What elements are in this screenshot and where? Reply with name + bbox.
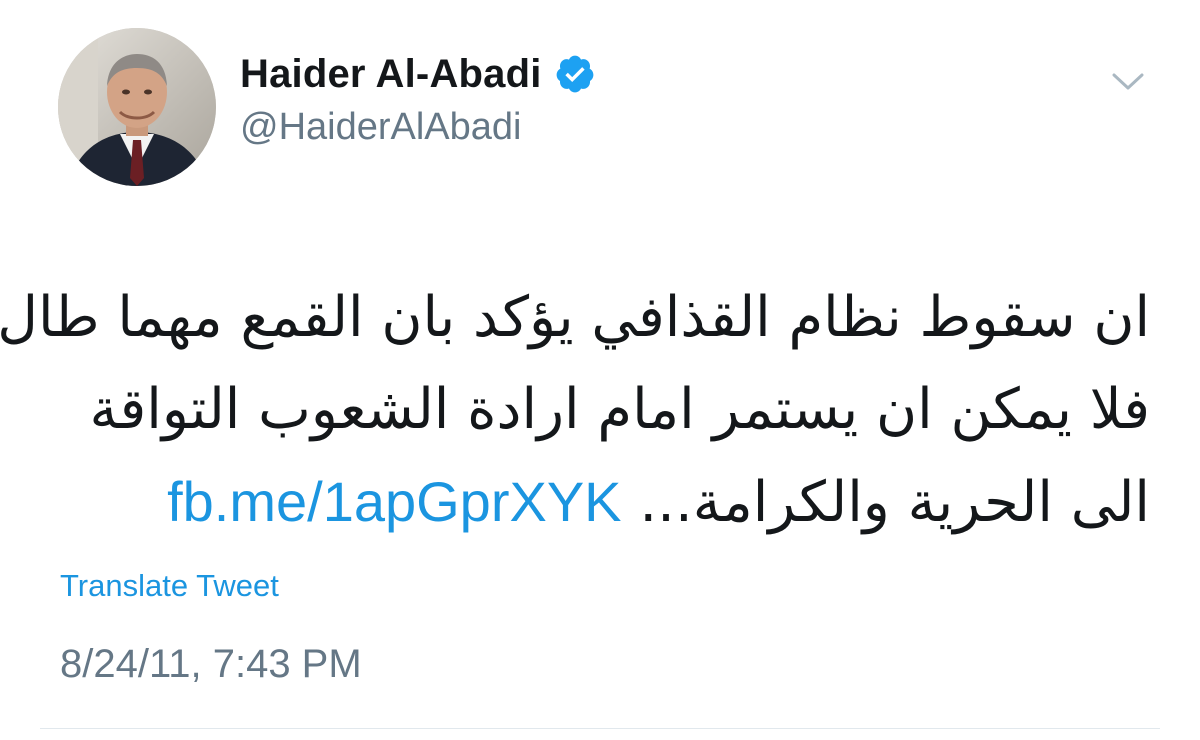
tweet-text-line-with-link: الى الحرية والكرامة... fb.me/1apGprXYK	[60, 456, 1150, 549]
avatar[interactable]	[58, 28, 216, 186]
tweet-link[interactable]: fb.me/1apGprXYK	[167, 470, 621, 533]
author-handle[interactable]: @HaiderAlAbadi	[240, 106, 522, 149]
divider	[40, 728, 1160, 729]
profile-photo-icon	[58, 28, 216, 186]
tweet-text: ان سقوط نظام القذافي يؤكد بان القمع مهما…	[0, 272, 1150, 549]
translate-tweet-link[interactable]: Translate Tweet	[60, 568, 279, 604]
author-display-name[interactable]: Haider Al-Abadi	[240, 52, 542, 97]
chevron-down-icon[interactable]	[1106, 64, 1150, 98]
author-name-row: Haider Al-Abadi	[240, 44, 596, 104]
verified-badge-icon	[554, 53, 596, 95]
tweet-timestamp[interactable]: 8/24/11, 7:43 PM	[60, 642, 362, 687]
tweet-card: Haider Al-Abadi @HaiderAlAbadi ان سقوط ن…	[0, 0, 1200, 740]
tweet-text-fragment: الى الحرية والكرامة...	[639, 470, 1150, 535]
tweet-text-line: فلا يمكن ان يستمر امام ارادة الشعوب التو…	[89, 377, 1150, 442]
tweet-text-line: ان سقوط نظام القذافي يؤكد بان القمع مهما…	[0, 285, 1150, 350]
